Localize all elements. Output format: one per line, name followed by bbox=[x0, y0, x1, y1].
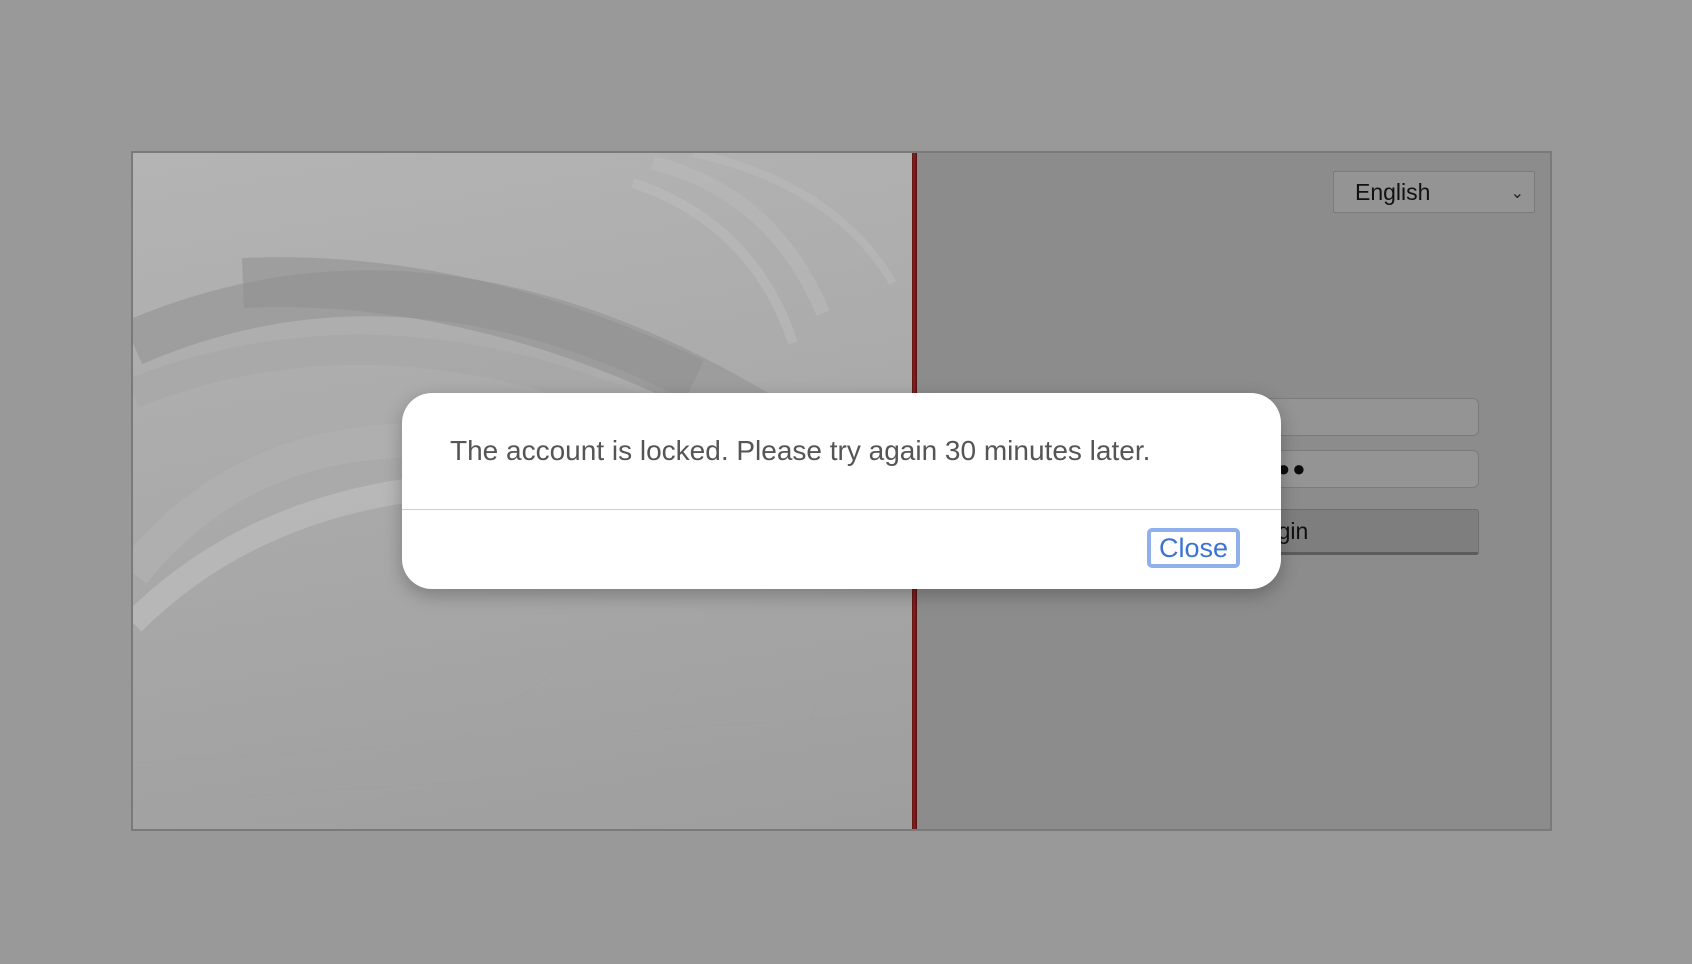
close-button[interactable]: Close bbox=[1146, 528, 1240, 568]
language-select[interactable]: English ⌄ bbox=[1333, 171, 1535, 213]
language-select-value: English bbox=[1355, 178, 1431, 205]
chevron-down-icon: ⌄ bbox=[1510, 185, 1524, 202]
dialog-divider bbox=[402, 509, 1281, 510]
account-locked-dialog: The account is locked. Please try again … bbox=[402, 393, 1281, 589]
dialog-message: The account is locked. Please try again … bbox=[450, 435, 1151, 466]
